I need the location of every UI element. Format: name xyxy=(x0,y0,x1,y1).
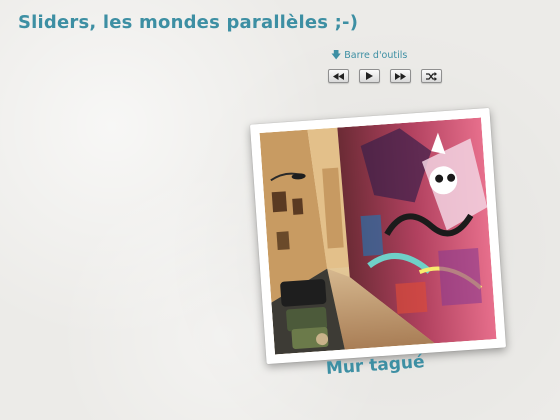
arrow-down-icon: 🡇 xyxy=(331,49,342,61)
toolbar-toggle-link[interactable]: 🡇 Barre d'outils xyxy=(331,50,407,61)
graffiti-alley-image xyxy=(259,117,497,355)
rewind-icon xyxy=(333,72,344,80)
slider-controls xyxy=(328,69,442,83)
fast-forward-icon xyxy=(395,72,406,80)
play-button[interactable] xyxy=(359,69,380,83)
previous-button[interactable] xyxy=(328,69,349,83)
page-title: Sliders, les mondes parallèles ;-) xyxy=(18,12,359,33)
slide-frame xyxy=(249,107,507,365)
play-icon xyxy=(366,72,373,80)
toolbar-toggle-label: Barre d'outils xyxy=(344,50,408,61)
next-button[interactable] xyxy=(390,69,411,83)
slide-photo xyxy=(259,117,497,355)
shuffle-button[interactable] xyxy=(421,69,442,83)
shuffle-icon xyxy=(426,71,437,81)
